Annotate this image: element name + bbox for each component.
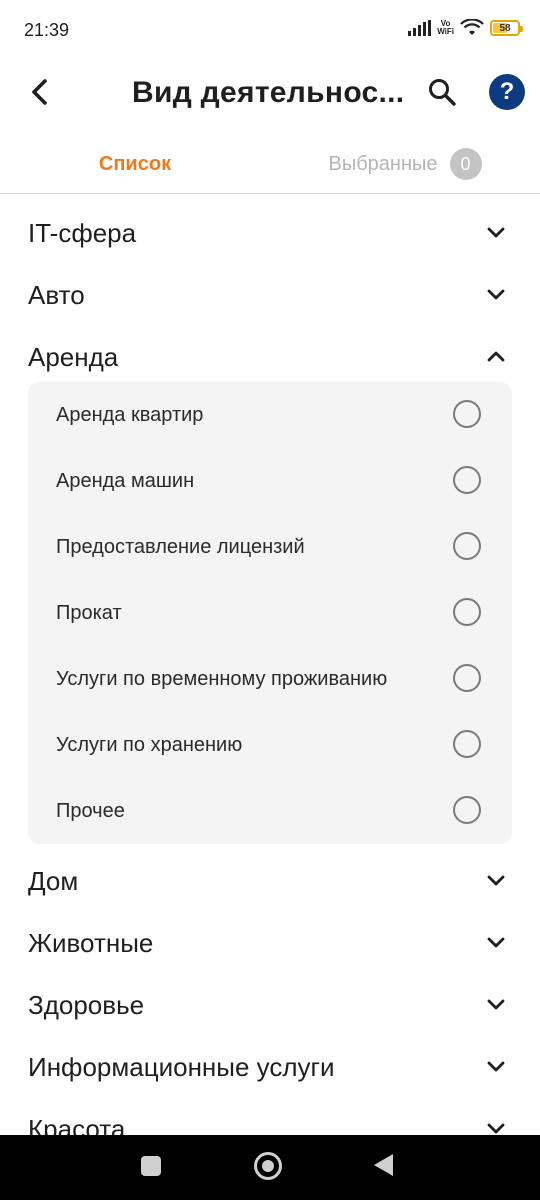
category-row[interactable]: Информационные услуги xyxy=(0,1034,540,1096)
subcategory-label: Услуги по временному проживанию xyxy=(56,668,388,690)
page-title: Вид деятельнос... xyxy=(132,76,405,109)
subcategory-item[interactable]: Услуги по хранению xyxy=(28,712,512,778)
chevron-down-icon xyxy=(484,282,508,306)
category-label: Животные xyxy=(28,928,154,958)
category-label: Информационные услуги xyxy=(28,1052,335,1082)
radio-button[interactable] xyxy=(453,400,481,428)
help-button[interactable]: ? xyxy=(489,74,525,110)
category-row[interactable]: Красота xyxy=(0,1096,540,1136)
tab-list[interactable]: Список xyxy=(0,136,270,192)
category-row[interactable]: Животные xyxy=(0,910,540,972)
chevron-left-icon xyxy=(32,79,47,105)
subcategory-item[interactable]: Предоставление лицензий xyxy=(28,514,512,580)
category-row[interactable]: Аренда xyxy=(0,324,540,386)
subcategory-label: Прочее xyxy=(56,800,125,822)
chevron-down-icon xyxy=(484,220,508,244)
category-list: IT-сфера Авто Аренда Аренда квартир Арен… xyxy=(0,196,540,1136)
subcategory-item[interactable]: Аренда машин xyxy=(28,448,512,514)
radio-button[interactable] xyxy=(453,598,481,626)
home-icon xyxy=(262,1160,274,1172)
category-label: IT-сфера xyxy=(28,218,137,248)
home-button[interactable] xyxy=(254,1152,282,1180)
radio-button[interactable] xyxy=(453,796,481,824)
status-icons: Vo WiFi 58 xyxy=(408,19,523,37)
category-row[interactable]: Дом xyxy=(0,848,540,910)
status-bar: 21:39 Vo WiFi 58 xyxy=(0,0,540,62)
battery-level: 58 xyxy=(499,22,511,34)
battery-icon: 58 xyxy=(490,20,523,36)
category-label: Здоровье xyxy=(28,990,145,1020)
subcategory-panel: Аренда квартир Аренда машин Предоставлен… xyxy=(28,382,512,844)
tab-bar: Список Выбранные 0 xyxy=(0,136,540,194)
subcategory-item[interactable]: Аренда квартир xyxy=(28,382,512,448)
chevron-up-icon xyxy=(484,344,508,368)
chevron-down-icon xyxy=(484,1054,508,1078)
category-label: Аренда xyxy=(28,342,119,372)
radio-button[interactable] xyxy=(453,730,481,758)
recent-apps-button[interactable] xyxy=(141,1156,161,1176)
category-row[interactable]: IT-сфера xyxy=(0,200,540,262)
tab-selected-label: Выбранные xyxy=(328,152,438,175)
subcategory-item[interactable]: Прочее xyxy=(28,778,512,844)
category-label: Авто xyxy=(28,280,85,310)
category-row[interactable]: Здоровье xyxy=(0,972,540,1034)
subcategory-label: Услуги по хранению xyxy=(56,734,243,756)
vowifi-icon: Vo WiFi xyxy=(437,20,454,36)
wifi-icon xyxy=(460,19,484,35)
radio-button[interactable] xyxy=(453,532,481,560)
chevron-down-icon xyxy=(484,1116,508,1136)
chevron-down-icon xyxy=(484,868,508,892)
search-icon xyxy=(429,79,456,106)
system-back-button[interactable] xyxy=(374,1154,393,1176)
radio-button[interactable] xyxy=(453,466,481,494)
app-bar: Вид деятельнос... ? xyxy=(0,62,540,124)
radio-button[interactable] xyxy=(453,664,481,692)
signal-icon xyxy=(408,20,432,36)
category-row[interactable]: Авто xyxy=(0,262,540,324)
tab-selected[interactable]: Выбранные 0 xyxy=(270,136,540,192)
subcategory-label: Аренда машин xyxy=(56,470,195,492)
status-time: 21:39 xyxy=(24,20,70,40)
subcategory-item[interactable]: Услуги по временному проживанию xyxy=(28,646,512,712)
help-icon: ? xyxy=(499,78,515,105)
subcategory-label: Прокат xyxy=(56,602,122,624)
chevron-down-icon xyxy=(484,930,508,954)
search-button[interactable] xyxy=(422,72,462,112)
chevron-down-icon xyxy=(484,992,508,1016)
vowifi-label-bottom: WiFi xyxy=(437,27,454,36)
subcategory-label: Аренда квартир xyxy=(56,404,204,426)
subcategory-item[interactable]: Прокат xyxy=(28,580,512,646)
selected-count-badge: 0 xyxy=(449,148,482,180)
subcategory-label: Предоставление лицензий xyxy=(56,536,305,558)
category-label: Дом xyxy=(28,866,79,896)
category-label: Красота xyxy=(28,1114,126,1136)
back-button[interactable] xyxy=(22,74,58,110)
system-nav-bar xyxy=(0,1135,540,1200)
